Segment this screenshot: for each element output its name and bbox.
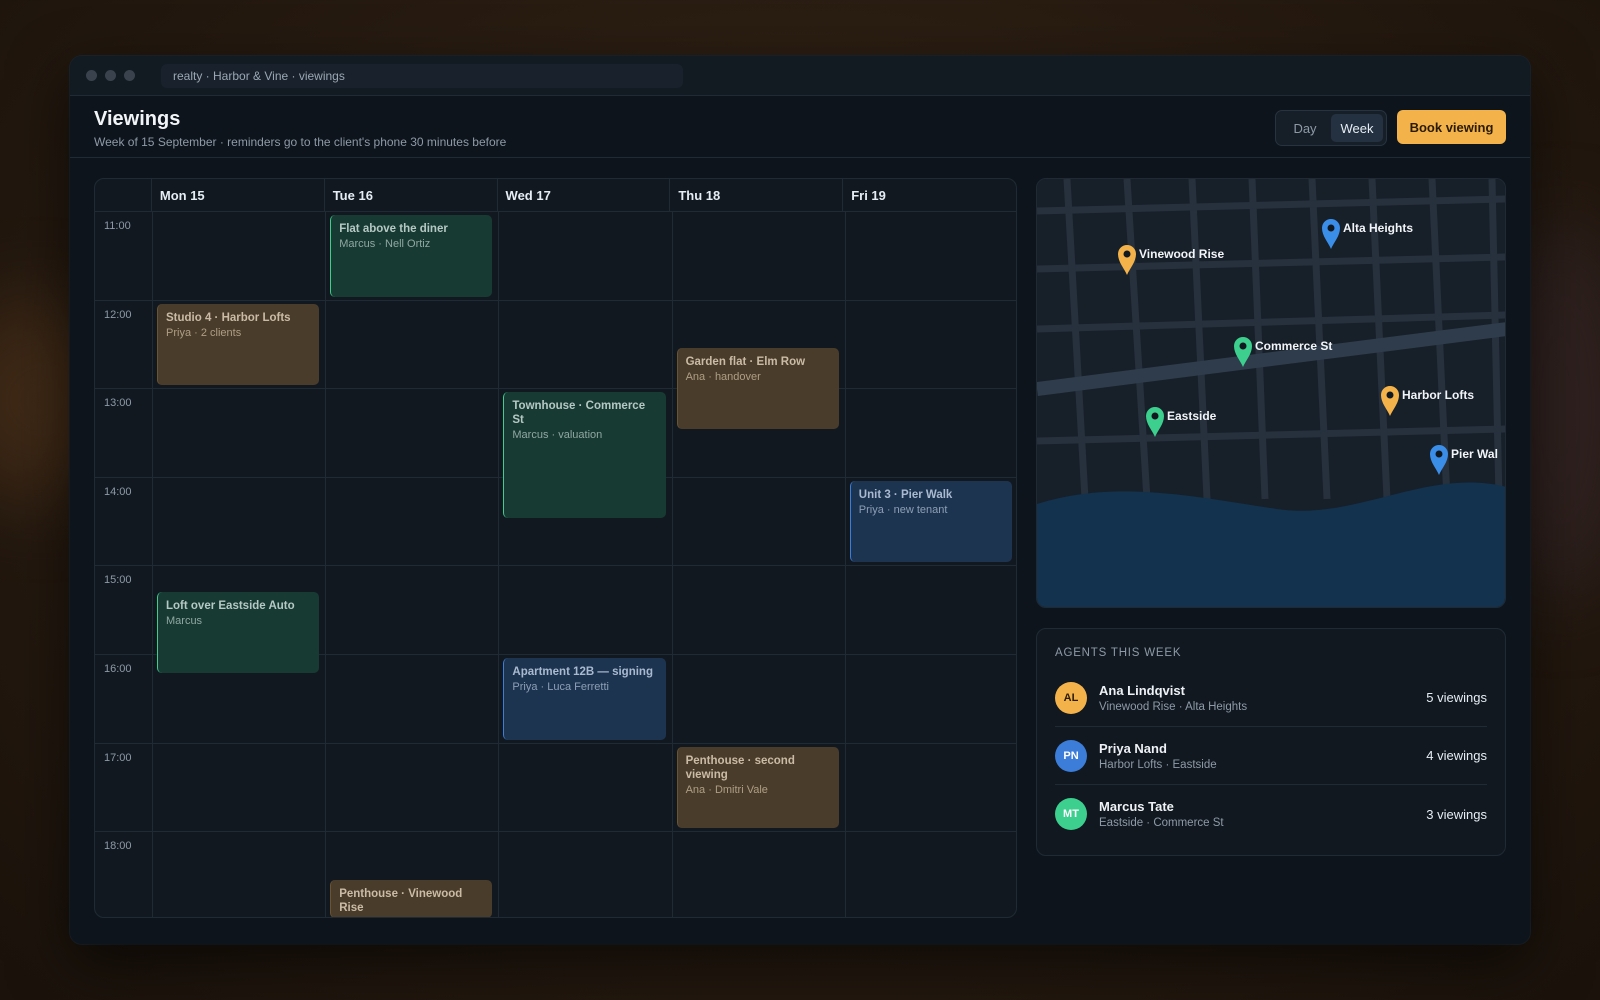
event-subtitle: Priya · new tenant bbox=[858, 503, 948, 516]
hour-label: 13:00 bbox=[104, 397, 132, 410]
viewing-count: 4 viewings bbox=[1426, 748, 1487, 763]
event-subtitle: Priya · 2 clients bbox=[166, 326, 242, 339]
title-bar: realty · Harbor & Vine · viewings bbox=[70, 56, 1530, 96]
day-header: Mon 15 bbox=[152, 179, 325, 211]
app-window: realty · Harbor & Vine · viewings Viewin… bbox=[70, 56, 1530, 944]
map-canvas[interactable]: Vinewood Rise Alta Heights Commerce St Harb… bbox=[1037, 179, 1506, 608]
event-title: Penthouse · second viewing bbox=[685, 754, 795, 781]
day-header: Fri 19 bbox=[851, 188, 886, 203]
viewing-event[interactable]: Penthouse · Vinewood Rise Ana · Dmitri Va… bbox=[330, 879, 493, 918]
agent-areas: Eastside · Commerce St bbox=[1099, 817, 1224, 829]
close-dot[interactable] bbox=[86, 70, 97, 81]
minimize-dot[interactable] bbox=[105, 70, 116, 81]
event-subtitle: Marcus · Nell Ortiz bbox=[339, 238, 431, 250]
map-pin-label: Harbor Lofts bbox=[1402, 388, 1474, 402]
hour-row: 17:00 bbox=[95, 744, 1016, 833]
viewing-event[interactable]: Flat above the diner Marcus · Nell Ortiz bbox=[330, 215, 493, 297]
viewing-event[interactable]: Apartment 12B — signing Priya · Luca Ferr… bbox=[503, 658, 666, 740]
hour-label: 14:00 bbox=[104, 485, 132, 498]
viewing-event[interactable]: Unit 3 · Pier Walk Priya · new tenant bbox=[849, 480, 1012, 563]
agent-areas: Vinewood Rise · Alta Heights bbox=[1099, 700, 1248, 713]
week-calendar: Mon 15 Tue 16 Wed 17 Thu 18 Fri 19 11:00… bbox=[94, 178, 1017, 918]
event-title: Garden flat · Elm Row bbox=[685, 355, 806, 368]
column-divider bbox=[844, 212, 846, 917]
day-header: Tue 16 bbox=[325, 179, 498, 211]
map-pin-label: Alta Heights bbox=[1343, 221, 1413, 235]
hour-label: 12:00 bbox=[104, 308, 132, 321]
avatar: MT bbox=[1055, 798, 1087, 830]
hour-label: 11:00 bbox=[104, 220, 131, 232]
agents-title: AGENTS THIS WEEK bbox=[1055, 647, 1182, 659]
agent-name: Marcus Tate bbox=[1099, 799, 1174, 814]
column-divider bbox=[671, 212, 673, 917]
book-viewing-button[interactable]: Book viewing bbox=[1397, 110, 1506, 144]
map-pin-label: Pier Wal bbox=[1451, 447, 1498, 461]
day-header: Wed 17 bbox=[498, 179, 671, 211]
event-subtitle: Ana · Dmitri Vale bbox=[339, 917, 484, 918]
column-divider bbox=[498, 212, 500, 917]
map-pin-label: Vinewood Rise bbox=[1139, 247, 1224, 261]
viewing-count: 3 viewings bbox=[1426, 806, 1487, 822]
hour-label: 18:00 bbox=[104, 840, 132, 853]
agent-areas: Harbor Lofts · Eastside bbox=[1099, 758, 1217, 771]
viewing-event[interactable]: Penthouse · second viewing Ana · Dmitri V… bbox=[676, 746, 839, 829]
hour-row: 18:00 bbox=[95, 832, 1016, 917]
day-header: Thu 18 bbox=[670, 179, 844, 211]
event-title: Loft over Eastside Auto bbox=[166, 599, 295, 612]
calendar-header: Mon 15 Tue 16 Wed 17 Thu 18 Fri 19 bbox=[95, 179, 1016, 212]
viewing-event[interactable]: Garden flat · Elm Row Ana · handover bbox=[676, 347, 839, 430]
map-pin-label: Commerce St bbox=[1255, 339, 1332, 353]
agent-row[interactable]: AL Ana Lindqvist Vinewood Rise · Alta He… bbox=[1055, 669, 1487, 727]
event-title: Studio 4 · Harbor Lofts bbox=[166, 311, 291, 324]
agent-row[interactable]: PN Priya Nand Harbor Lofts · Eastside 4 … bbox=[1055, 727, 1487, 785]
event-subtitle: Ana · Dmitri Vale bbox=[685, 783, 768, 796]
avatar: PN bbox=[1055, 739, 1087, 772]
map-panel[interactable]: Vinewood Rise Alta Heights Commerce St Harb… bbox=[1036, 178, 1506, 608]
agent-name: Priya Nand bbox=[1099, 740, 1167, 756]
event-subtitle: Ana · handover bbox=[685, 370, 761, 383]
event-title: Unit 3 · Pier Walk bbox=[858, 488, 953, 501]
event-subtitle: Priya · Luca Ferretti bbox=[512, 681, 609, 693]
hour-label: 16:00 bbox=[104, 663, 132, 675]
event-title: Flat above the diner bbox=[339, 223, 448, 235]
viewing-event[interactable]: Loft over Eastside Auto Marcus bbox=[157, 591, 320, 674]
agent-name: Ana Lindqvist bbox=[1099, 682, 1185, 698]
url-bar[interactable]: realty · Harbor & Vine · viewings bbox=[161, 63, 683, 88]
calendar-grid[interactable]: 11:00 12:00 13:00 14:00 15:00 16:00 17:00 18:00… bbox=[95, 212, 1016, 917]
day-view-button[interactable]: Day bbox=[1279, 114, 1331, 142]
event-title: Townhouse · Commerce St bbox=[512, 400, 646, 427]
viewing-event[interactable]: Townhouse · Commerce St Marcus · valuatio… bbox=[503, 392, 666, 519]
hour-label: 17:00 bbox=[104, 751, 132, 764]
hour-row: 11:00 bbox=[95, 212, 1016, 301]
event-subtitle: Marcus · valuation bbox=[512, 429, 603, 442]
hour-label: 15:00 bbox=[104, 574, 132, 587]
event-subtitle: Marcus bbox=[166, 614, 203, 627]
agents-panel: AGENTS THIS WEEK AL Ana Lindqvist Vinewo… bbox=[1036, 628, 1506, 856]
agent-row[interactable]: MT Marcus Tate Eastside · Commerce St 3 … bbox=[1055, 785, 1487, 843]
map-pin-label: Eastside bbox=[1167, 409, 1217, 423]
column-divider bbox=[152, 212, 153, 917]
event-title: Apartment 12B — signing bbox=[512, 666, 653, 678]
event-title: Penthouse · Vinewood Rise bbox=[339, 887, 463, 914]
viewing-event[interactable]: Studio 4 · Harbor Lofts Priya · 2 clients bbox=[157, 303, 320, 386]
viewing-count: 5 viewings bbox=[1426, 690, 1487, 705]
view-toggle: Day Week bbox=[1275, 110, 1387, 146]
maximize-dot[interactable] bbox=[124, 70, 135, 81]
page-header: Viewings Week of 15 September · reminder… bbox=[70, 96, 1530, 158]
avatar: AL bbox=[1055, 681, 1087, 714]
column-divider bbox=[325, 212, 327, 917]
week-view-button[interactable]: Week bbox=[1331, 114, 1383, 142]
